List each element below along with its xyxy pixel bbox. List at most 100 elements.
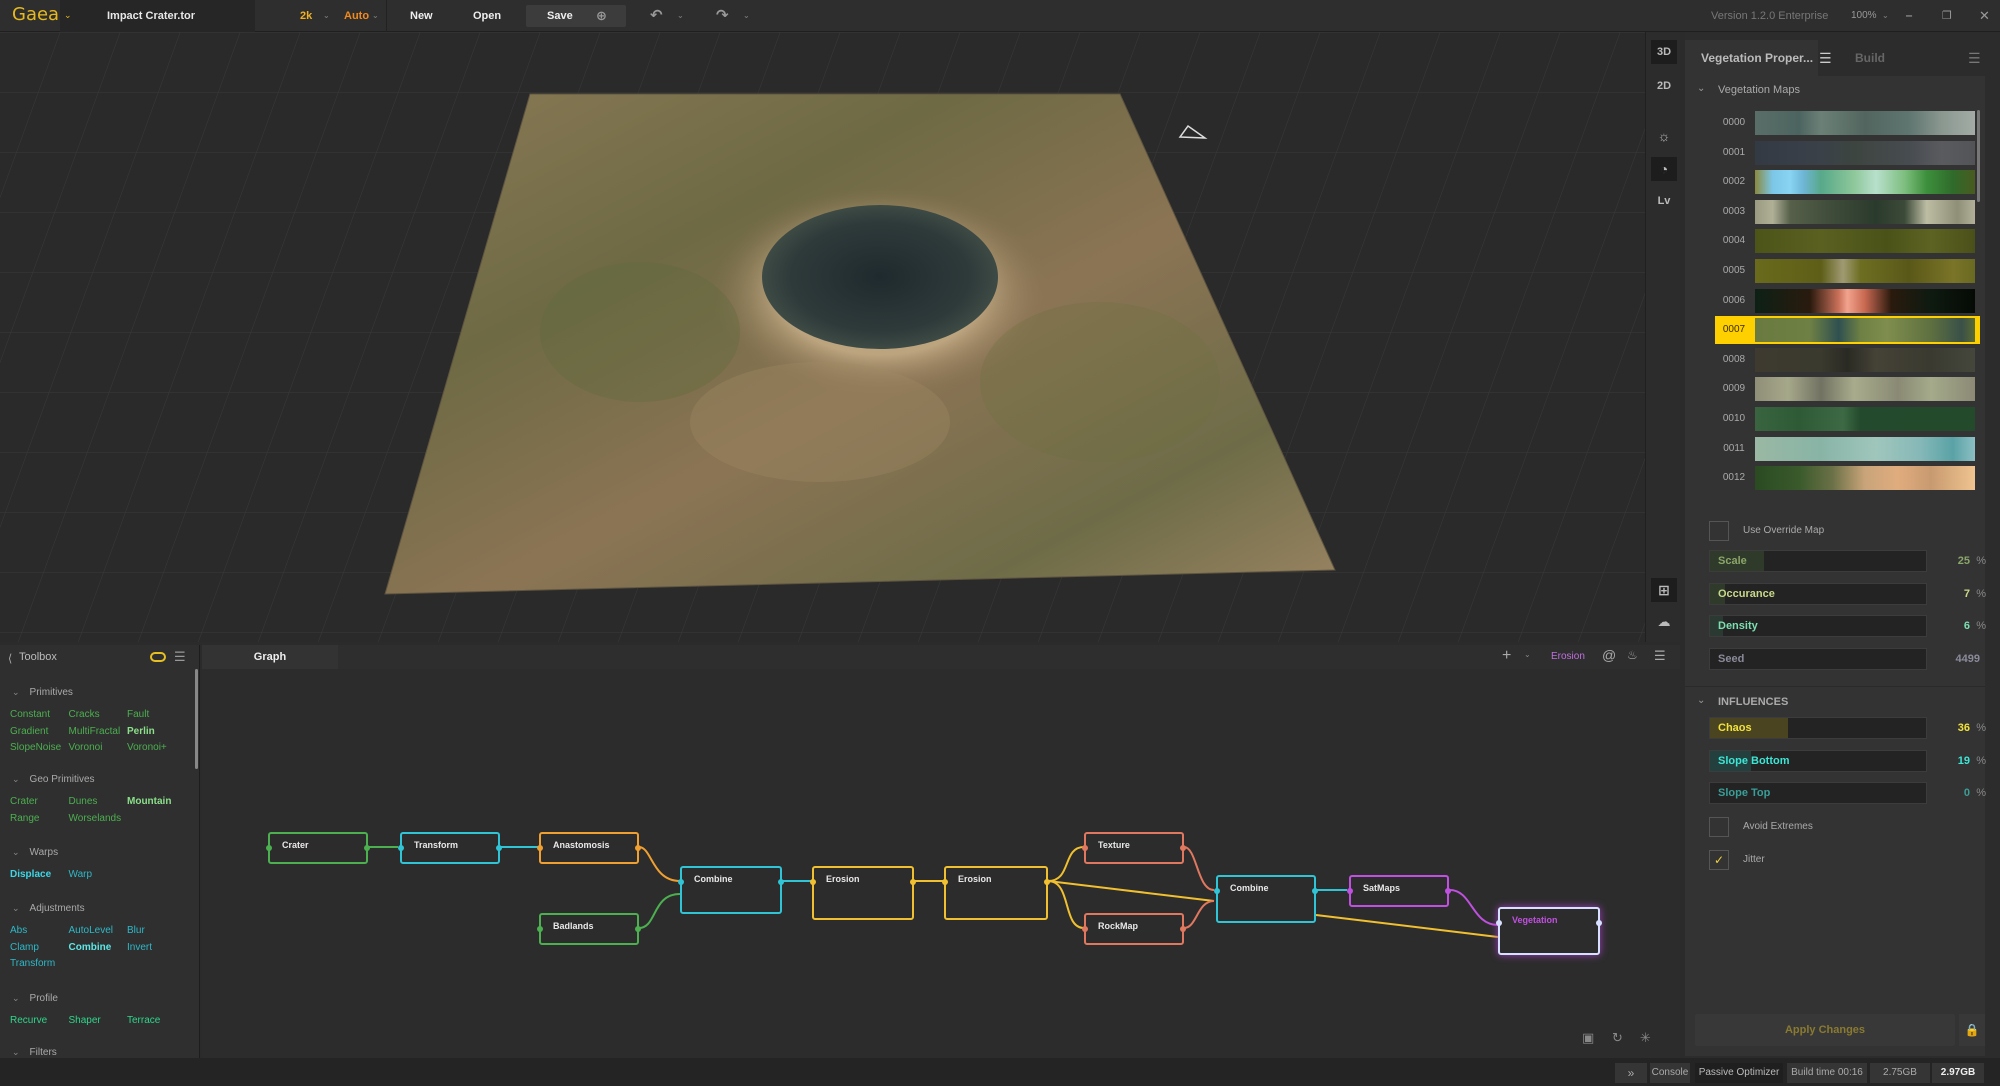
build-mode-dropdown[interactable]: Auto — [344, 0, 369, 32]
vegetation-map-item[interactable]: 0010 — [1715, 405, 1980, 433]
minimize-icon[interactable]: ‒ — [1906, 0, 1912, 32]
vegetation-map-item[interactable]: 0001 — [1715, 139, 1980, 167]
layout-icon[interactable]: ✳ — [1640, 1030, 1651, 1046]
passive-optimizer-button[interactable]: Passive Optimizer — [1695, 1063, 1783, 1083]
toolbox-node-range[interactable]: Range — [10, 813, 39, 824]
toolbox-section-header[interactable]: ⌄ Geo Primitives — [12, 774, 95, 785]
slider-value[interactable]: 36 — [1930, 717, 1970, 739]
input-port[interactable] — [537, 845, 543, 851]
grid-icon[interactable]: ⊞ — [1651, 578, 1677, 602]
graph-node-rockmap[interactable]: RockMap — [1082, 913, 1186, 945]
output-port[interactable] — [1445, 888, 1451, 894]
vegetation-map-item[interactable]: 0008 — [1715, 346, 1980, 374]
input-port[interactable] — [1082, 926, 1088, 932]
sun-icon[interactable]: ☼ — [1651, 124, 1677, 148]
toolbox-node-voronoi[interactable]: Voronoi — [69, 742, 103, 753]
output-port[interactable] — [496, 845, 502, 851]
toolbox-node-crater[interactable]: Crater — [10, 796, 38, 807]
output-port[interactable] — [1180, 926, 1186, 932]
open-button[interactable]: Open — [473, 0, 501, 32]
chevron-down-icon[interactable]: ⌄ — [323, 0, 330, 32]
output-port[interactable] — [1312, 888, 1318, 894]
slider-value[interactable]: 0 — [1930, 782, 1970, 804]
zoom-dropdown[interactable]: 100% — [1851, 0, 1877, 32]
menu-icon[interactable]: ☰ — [174, 649, 186, 665]
graph-node-erosion2[interactable]: Erosion — [942, 866, 1050, 920]
toolbox-node-dunes[interactable]: Dunes — [69, 796, 98, 807]
toolbox-node-terrace[interactable]: Terrace — [127, 1015, 160, 1026]
input-port[interactable] — [1496, 920, 1502, 926]
toolbox-node-constant[interactable]: Constant — [10, 709, 50, 720]
toolbox-section-header[interactable]: ⌄ Filters — [12, 1047, 57, 1058]
input-port[interactable] — [266, 845, 272, 851]
scale-slider[interactable]: Scale — [1709, 550, 1927, 572]
slider-value[interactable]: 4499 — [1940, 648, 1980, 670]
toolbox-node-shaper[interactable]: Shaper — [69, 1015, 101, 1026]
vegetation-map-item[interactable]: 0005 — [1715, 257, 1980, 285]
jitter-checkbox[interactable]: ✓ — [1709, 850, 1729, 870]
redo-icon[interactable]: ↷ — [716, 0, 729, 32]
save-button[interactable]: Save — [547, 0, 573, 32]
console-button[interactable]: Console — [1650, 1063, 1690, 1083]
vegetation-map-item[interactable]: 0000 — [1715, 109, 1980, 137]
vegetation-map-item[interactable]: 0011 — [1715, 435, 1980, 463]
graph-node-texture[interactable]: Texture — [1082, 832, 1186, 864]
toolbox-node-gradient[interactable]: Gradient — [10, 726, 48, 737]
new-button[interactable]: New — [410, 0, 433, 32]
menu-icon[interactable]: ☰ — [1819, 40, 1832, 76]
graph-node-crater[interactable]: Crater — [266, 832, 370, 864]
save-as-icon[interactable]: ⊕ — [596, 0, 607, 32]
collapse-icon[interactable]: ⟨ — [8, 652, 12, 665]
view-2d-button[interactable]: 2D — [1651, 74, 1677, 98]
output-port[interactable] — [1596, 920, 1602, 926]
tab-build[interactable]: Build — [1855, 40, 1885, 76]
chaos-slider[interactable]: Chaos — [1709, 717, 1927, 739]
input-port[interactable] — [1082, 845, 1088, 851]
toggle-icon[interactable] — [150, 652, 166, 662]
toolbox-section-header[interactable]: ⌄ Primitives — [12, 687, 73, 698]
resolution-dropdown[interactable]: 2k — [300, 0, 312, 32]
graph-node-anastomosis[interactable]: Anastomosis — [537, 832, 641, 864]
refresh-icon[interactable]: ↻ — [1612, 1030, 1623, 1046]
close-icon[interactable]: ✕ — [1979, 0, 1990, 32]
input-port[interactable] — [398, 845, 404, 851]
vegetation-map-item[interactable]: 0012 — [1715, 464, 1980, 492]
vegetation-map-item[interactable]: 0004 — [1715, 227, 1980, 255]
input-port[interactable] — [1214, 888, 1220, 894]
slider-value[interactable]: 7 — [1930, 583, 1970, 605]
cloud-icon[interactable]: ☁ — [1651, 610, 1677, 634]
gauge-icon[interactable]: ◔ — [1651, 157, 1677, 181]
toolbox-node-combine[interactable]: Combine — [69, 942, 112, 953]
slider-value[interactable]: 6 — [1930, 615, 1970, 637]
node-graph[interactable]: Graph + ⌄ Erosion @ ♨ ☰ Crater Transform A… — [202, 645, 1680, 1058]
apply-changes-button[interactable]: Apply Changes — [1695, 1014, 1955, 1046]
toolbox-node-multifractal[interactable]: MultiFractal — [69, 726, 121, 737]
chevron-down-icon[interactable]: ⌄ — [64, 10, 72, 21]
chevron-down-icon[interactable]: ⌄ — [743, 0, 750, 32]
chevron-down-icon[interactable]: ⌄ — [1697, 83, 1705, 94]
output-port[interactable] — [910, 879, 916, 885]
output-port[interactable] — [1044, 879, 1050, 885]
chevron-down-icon[interactable]: ⌄ — [1697, 695, 1705, 706]
slider-value[interactable]: 19 — [1930, 750, 1970, 772]
toolbox-node-slopenoise[interactable]: SlopeNoise — [10, 742, 61, 753]
expand-icon[interactable]: » — [1615, 1063, 1647, 1083]
input-port[interactable] — [678, 879, 684, 885]
chevron-down-icon[interactable]: ⌄ — [677, 0, 684, 32]
toolbox-node-cracks[interactable]: Cracks — [69, 709, 100, 720]
input-port[interactable] — [537, 926, 543, 932]
output-port[interactable] — [778, 879, 784, 885]
slider-value[interactable]: 25 — [1930, 550, 1970, 572]
toolbox-node-perlin[interactable]: Perlin — [127, 726, 155, 737]
vegetation-map-item[interactable]: 0007 — [1715, 316, 1980, 345]
toolbox-section-header[interactable]: ⌄ Profile — [12, 993, 58, 1004]
toolbox-scrollbar[interactable] — [195, 669, 198, 769]
toolbox-node-worselands[interactable]: Worselands — [69, 813, 122, 824]
level-button[interactable]: Lv — [1651, 189, 1677, 213]
toolbox-node-clamp[interactable]: Clamp — [10, 942, 39, 953]
output-port[interactable] — [1180, 845, 1186, 851]
view-3d-button[interactable]: 3D — [1651, 40, 1677, 64]
graph-node-erosion1[interactable]: Erosion — [810, 866, 916, 920]
density-slider[interactable]: Density — [1709, 615, 1927, 637]
toolbox-node-autolevel[interactable]: AutoLevel — [69, 925, 113, 936]
